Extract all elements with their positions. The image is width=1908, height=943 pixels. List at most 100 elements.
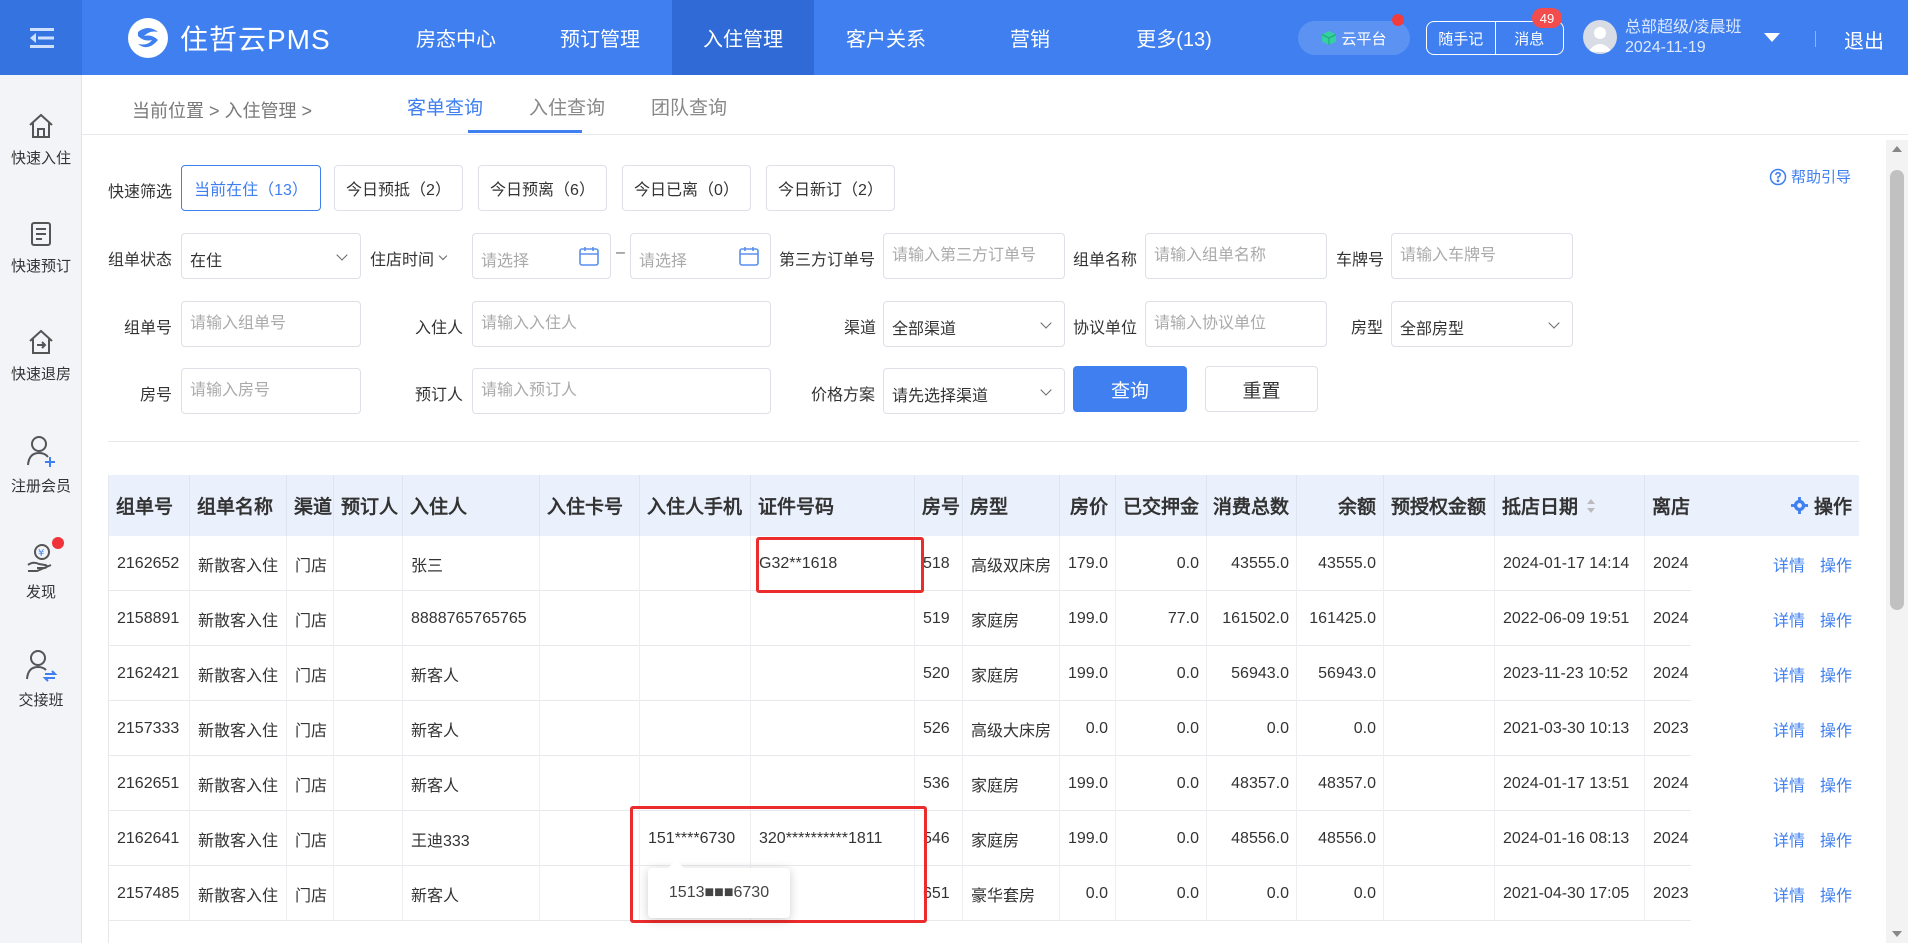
tab-guest-query[interactable]: 客单查询 [407, 93, 483, 120]
booker-label: 预订人 [415, 387, 464, 404]
gear-icon[interactable] [1790, 497, 1808, 514]
detail-link[interactable]: 详情 [1773, 772, 1805, 796]
stay-time-label: 住店时间 [370, 252, 435, 269]
cell-room-type: 豪华套房 [963, 866, 1060, 921]
operation-link[interactable]: 操作 [1820, 662, 1852, 686]
chip-today-departed[interactable]: 今日已离（0） [622, 165, 751, 211]
detail-link[interactable]: 详情 [1773, 827, 1805, 851]
logo-text: 住哲云PMS [180, 24, 331, 55]
guest-field[interactable] [473, 302, 770, 346]
stay-time-dropdown[interactable]: 住店时间 [370, 246, 448, 270]
operation-link[interactable]: 操作 [1820, 827, 1852, 851]
help-guide-link[interactable]: 帮助引导 [1769, 166, 1851, 187]
cell-total-consumption: 0.0 [1207, 866, 1297, 921]
user-info[interactable]: 总部超级/凌晨班 2024-11-19 [1625, 18, 1741, 58]
group-name-field[interactable] [1146, 234, 1326, 278]
scroll-up-arrow-icon[interactable] [1892, 146, 1902, 152]
cell-card-no [540, 536, 640, 591]
group-no-field[interactable] [182, 302, 360, 346]
table-row[interactable]: 2162421 新散客入住 门店 新客人 520 家庭房 199.0 0.0 56943.0 56… [109, 646, 1859, 701]
agreement-unit-field[interactable] [1146, 302, 1326, 346]
plate-number-field[interactable] [1392, 234, 1572, 278]
table-row[interactable]: 2157485 新散客入住 门店 新客人 651 豪华套房 0.0 0.0 0.0 0.0 2021… [109, 866, 1859, 921]
cloud-platform-button[interactable]: 云平台 [1298, 21, 1410, 55]
sort-icon[interactable] [1586, 497, 1596, 515]
table-row[interactable]: 2158891 新散客入住 门店 8888765765765 519 家庭房 199.0 77… [109, 591, 1859, 646]
nav-customer-relations[interactable]: 客户关系 [814, 0, 958, 75]
sidebar-item-discover[interactable]: ¥ 发现 [0, 541, 82, 602]
room-no-input[interactable] [181, 368, 361, 414]
detail-link[interactable]: 详情 [1773, 662, 1805, 686]
caret-down-icon[interactable] [1764, 33, 1780, 42]
sidebar-item-quick-checkout[interactable]: 快速退房 [0, 327, 82, 384]
group-no-input[interactable] [181, 301, 361, 347]
table-row[interactable]: 2162641 新散客入住 门店 王迪333 151****6730 320*******… [109, 811, 1859, 866]
detail-link[interactable]: 详情 [1773, 607, 1805, 631]
avatar[interactable] [1583, 20, 1617, 54]
third-party-order-field[interactable] [884, 234, 1064, 278]
scrollbar-thumb[interactable] [1890, 170, 1904, 610]
nav-marketing[interactable]: 营销 [958, 0, 1102, 75]
chip-today-arrival[interactable]: 今日预抵（2） [334, 165, 463, 211]
logout-button[interactable]: 退出 [1844, 25, 1884, 54]
room-type-value: 全部房型 [1400, 321, 1465, 338]
col-arrival-date[interactable]: 抵店日期 [1495, 475, 1645, 536]
sidebar-item-register-member[interactable]: 注册会员 [0, 433, 82, 496]
cell-booker [334, 701, 403, 756]
channel-select[interactable]: 全部渠道 [883, 301, 1065, 347]
guest-input[interactable] [472, 301, 771, 347]
sidebar-item-shift-handover[interactable]: 交接班 [0, 647, 82, 710]
stay-date-end[interactable]: 请选择 [630, 233, 771, 279]
cell-booker [334, 646, 403, 701]
sidebar-item-quick-checkin[interactable]: 快速入住 [0, 111, 82, 168]
nav-reservation[interactable]: 预订管理 [528, 0, 672, 75]
table-row[interactable]: 2157333 新散客入住 门店 新客人 526 高级大床房 0.0 0.0 0.0 0.0 202… [109, 701, 1859, 756]
reset-button[interactable]: 重置 [1205, 366, 1318, 412]
vertical-scrollbar[interactable] [1886, 140, 1908, 943]
nav-more[interactable]: 更多(13) [1102, 0, 1246, 75]
booker-input[interactable] [472, 368, 771, 414]
menu-toggle-button[interactable] [0, 0, 82, 75]
stay-date-start[interactable]: 请选择 [472, 233, 611, 279]
table-row[interactable]: 2162652 新散客入住 门店 张三 G32**1618 518 高级双床房 179.0 0.… [109, 536, 1859, 591]
room-type-select[interactable]: 全部房型 [1391, 301, 1573, 347]
operation-link[interactable]: 操作 [1820, 882, 1852, 906]
cell-id-number [751, 591, 915, 646]
sidebar-item-quick-booking[interactable]: 快速预订 [0, 219, 82, 276]
cell-channel: 门店 [287, 866, 334, 921]
operation-link[interactable]: 操作 [1820, 772, 1852, 796]
chip-current-in-house[interactable]: 当前在住（13） [181, 165, 321, 211]
operation-link[interactable]: 操作 [1820, 552, 1852, 576]
date-range-separator: – [616, 244, 625, 261]
detail-link[interactable]: 详情 [1773, 552, 1805, 576]
chip-today-new-booking[interactable]: 今日新订（2） [766, 165, 895, 211]
agreement-unit-input[interactable] [1145, 301, 1327, 347]
detail-link[interactable]: 详情 [1773, 717, 1805, 741]
group-name-input[interactable] [1145, 233, 1327, 279]
cell-guest: 王迪333 [403, 811, 540, 866]
detail-link[interactable]: 详情 [1773, 882, 1805, 906]
nav-checkin-management[interactable]: 入住管理 [672, 0, 814, 75]
svg-text:¥: ¥ [38, 548, 44, 559]
scroll-down-arrow-icon[interactable] [1892, 931, 1902, 937]
booker-field[interactable] [473, 369, 770, 413]
cell-group-name: 新散客入住 [190, 701, 287, 756]
sidebar-item-label: 发现 [25, 584, 56, 601]
plate-number-input[interactable] [1391, 233, 1573, 279]
cell-balance: 43555.0 [1297, 536, 1384, 591]
cell-deposit: 0.0 [1116, 536, 1207, 591]
group-status-select[interactable]: 在住 [181, 233, 361, 279]
third-party-order-input[interactable] [883, 233, 1065, 279]
tab-checkin-query[interactable]: 入住查询 [529, 93, 605, 120]
query-button[interactable]: 查询 [1073, 366, 1187, 412]
chip-today-departure[interactable]: 今日预离（6） [478, 165, 607, 211]
nav-room-status[interactable]: 房态中心 [384, 0, 528, 75]
operation-link[interactable]: 操作 [1820, 717, 1852, 741]
tab-team-query[interactable]: 团队查询 [651, 93, 727, 120]
room-no-field[interactable] [182, 369, 360, 413]
cell-room-rate: 179.0 [1060, 536, 1116, 591]
quick-note-button[interactable]: 随手记 [1427, 22, 1495, 54]
operation-link[interactable]: 操作 [1820, 607, 1852, 631]
table-row[interactable]: 2162651 新散客入住 门店 新客人 536 家庭房 199.0 0.0 48357.0 48… [109, 756, 1859, 811]
price-plan-select[interactable]: 请先选择渠道 [883, 368, 1065, 414]
